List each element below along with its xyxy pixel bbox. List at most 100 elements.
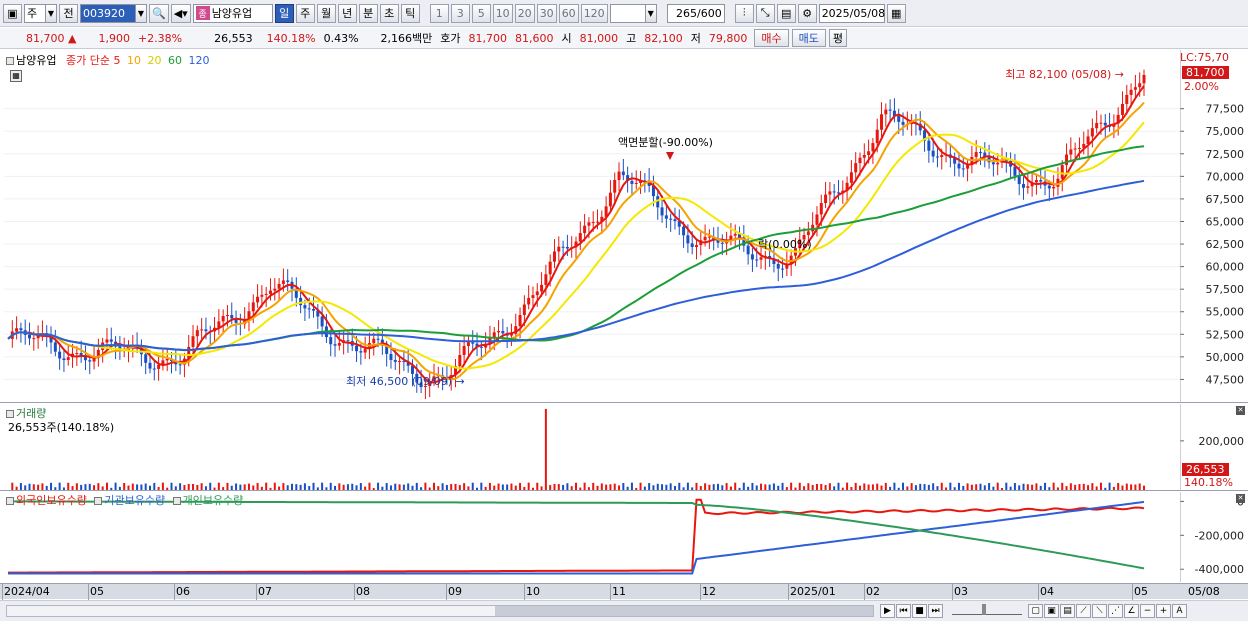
- candle-body: [1022, 184, 1026, 188]
- date-input[interactable]: 2025/05/08: [818, 3, 885, 23]
- holding-legend-box-icon[interactable]: [172, 497, 181, 505]
- interval-1[interactable]: 1: [429, 3, 449, 23]
- volume-bar: [1052, 482, 1055, 490]
- search-icon[interactable]: 🔍: [149, 3, 169, 23]
- trend-tool-icon[interactable]: ⟍: [1092, 604, 1107, 618]
- volume-close-icon[interactable]: ✕: [1236, 406, 1245, 415]
- stock-name-field[interactable]: 종 남양유업: [192, 3, 273, 23]
- eval-button[interactable]: 평: [828, 29, 848, 47]
- volume-bar: [600, 483, 603, 490]
- count-field[interactable]: 265/600: [666, 3, 725, 23]
- stop-icon[interactable]: ■: [912, 604, 927, 618]
- price-change-pct: +2.38%: [137, 31, 183, 45]
- low-label: 저: [690, 32, 701, 45]
- price-chart[interactable]: [4, 50, 1180, 402]
- volume-legend-box-icon[interactable]: [6, 410, 14, 418]
- line-tool-icon[interactable]: ⟋: [1076, 604, 1091, 618]
- interval-120[interactable]: 120: [580, 3, 608, 23]
- angle-tool-icon[interactable]: ∠: [1124, 604, 1139, 618]
- table-view-icon[interactable]: ▦: [10, 70, 22, 82]
- lc-label: LC:75,70: [1180, 51, 1230, 64]
- x-axis-label: 10: [526, 585, 540, 598]
- candle-body: [518, 314, 522, 327]
- interval-30[interactable]: 30: [536, 3, 557, 23]
- interval-60[interactable]: 60: [558, 3, 579, 23]
- candle-body: [28, 334, 32, 339]
- volume-bar: [488, 482, 491, 490]
- tf-year[interactable]: 년: [337, 3, 357, 23]
- legend-box-icon[interactable]: [6, 57, 14, 65]
- zoom-out-icon[interactable]: −: [1140, 604, 1155, 618]
- chart-toolbar: ▣ 주 ▼ 전 003920 ▼ 🔍 ◀▾ 종 남양유업 일 주 월 년 분 초…: [0, 0, 1248, 27]
- candle-body: [286, 280, 290, 282]
- holding-close-icon[interactable]: ✕: [1236, 494, 1245, 503]
- tf-day[interactable]: 일: [274, 3, 294, 23]
- stock-code-input[interactable]: 003920: [80, 3, 136, 23]
- sell-button[interactable]: 매도: [791, 29, 826, 47]
- scroll-right-icon[interactable]: ▶: [880, 604, 895, 618]
- zoom-slider[interactable]: [952, 604, 1022, 615]
- ma-line-5: [7, 85, 1145, 384]
- candle-body: [152, 368, 156, 370]
- custom-interval-input[interactable]: [609, 3, 646, 23]
- price-tick-label: 70,000: [1206, 170, 1245, 183]
- tf-month[interactable]: 월: [316, 3, 336, 23]
- tf-second[interactable]: 초: [379, 3, 399, 23]
- volume-bar: [854, 482, 857, 490]
- volume-bar: [273, 482, 276, 490]
- panel-divider-2[interactable]: [0, 490, 1248, 491]
- chart-scrollbar[interactable]: [6, 605, 874, 617]
- zoom-in-icon[interactable]: +: [1156, 604, 1171, 618]
- interval-20[interactable]: 20: [514, 3, 535, 23]
- calendar-icon[interactable]: ▦: [886, 3, 906, 23]
- copy-icon[interactable]: ▢: [1028, 604, 1043, 618]
- layout-icon[interactable]: ▤: [1060, 604, 1075, 618]
- price-axis[interactable]: 77,500 75,000 72,500 70,000 67,500 65,000 62,5…: [1180, 50, 1248, 402]
- open-price: 81,000: [579, 31, 619, 45]
- candle-body: [1073, 148, 1077, 150]
- interval-10[interactable]: 10: [492, 3, 513, 23]
- first-icon[interactable]: ⏮: [896, 604, 911, 618]
- window-menu-icon[interactable]: ▣: [3, 3, 22, 23]
- settings-gear-icon[interactable]: ⚙: [797, 3, 817, 23]
- indicator-icon[interactable]: ⫶: [734, 3, 754, 23]
- buy-button[interactable]: 매수: [754, 29, 789, 47]
- candle-body: [471, 342, 475, 344]
- tf-minute[interactable]: 분: [358, 3, 378, 23]
- save-icon[interactable]: ▤: [776, 3, 796, 23]
- image-icon[interactable]: ▣: [1044, 604, 1059, 618]
- interval-3[interactable]: 3: [450, 3, 470, 23]
- candle-body: [931, 150, 935, 157]
- candle-body: [1138, 83, 1142, 88]
- candle-body: [1095, 123, 1099, 129]
- volume-panel[interactable]: 거래량 26,553주(140.18%): [4, 404, 1180, 490]
- volume-bar: [837, 482, 840, 490]
- tf-tick[interactable]: 틱: [400, 3, 420, 23]
- text-tool-icon[interactable]: A: [1172, 604, 1187, 618]
- interval-5[interactable]: 5: [471, 3, 491, 23]
- speaker-icon[interactable]: ◀▾: [170, 3, 191, 23]
- fib-tool-icon[interactable]: ⋰: [1108, 604, 1123, 618]
- candle-body: [1060, 165, 1064, 179]
- volume-bar: [153, 482, 156, 490]
- code-dropdown-icon[interactable]: ▼: [135, 3, 147, 23]
- draw-tool-icon[interactable]: ⤡: [755, 3, 775, 23]
- period-select[interactable]: 주: [24, 3, 46, 23]
- holding-panel[interactable]: 외국인보유수량 기관보유수량 개인보유수량: [4, 492, 1180, 582]
- scroll-thumb[interactable]: [495, 606, 873, 616]
- holding-axis[interactable]: 0-200,000-400,000 ✕: [1180, 492, 1248, 582]
- prev-button[interactable]: 전: [59, 3, 78, 23]
- volume-chart[interactable]: [4, 404, 1180, 490]
- legend-ma-10: 10: [126, 54, 141, 67]
- holding-legend-box-icon[interactable]: [6, 497, 14, 505]
- holding-legend-box-icon[interactable]: [94, 497, 103, 505]
- price-chart-panel[interactable]: 남양유업 종가 단순 5 10 20 60 120 ▦ 액면분할(-90.00%…: [4, 50, 1180, 402]
- volume-summary: 26,553주(140.18%): [8, 421, 115, 434]
- last-icon[interactable]: ⏭: [928, 604, 943, 618]
- tf-week[interactable]: 주: [295, 3, 315, 23]
- volume-axis[interactable]: 200,000 ✕ 26,553 140.18%: [1180, 404, 1248, 490]
- period-dropdown-icon[interactable]: ▼: [45, 3, 57, 23]
- volume-bar: [480, 482, 483, 490]
- interval-dropdown-icon[interactable]: ▼: [644, 3, 657, 23]
- panel-divider[interactable]: [0, 402, 1248, 403]
